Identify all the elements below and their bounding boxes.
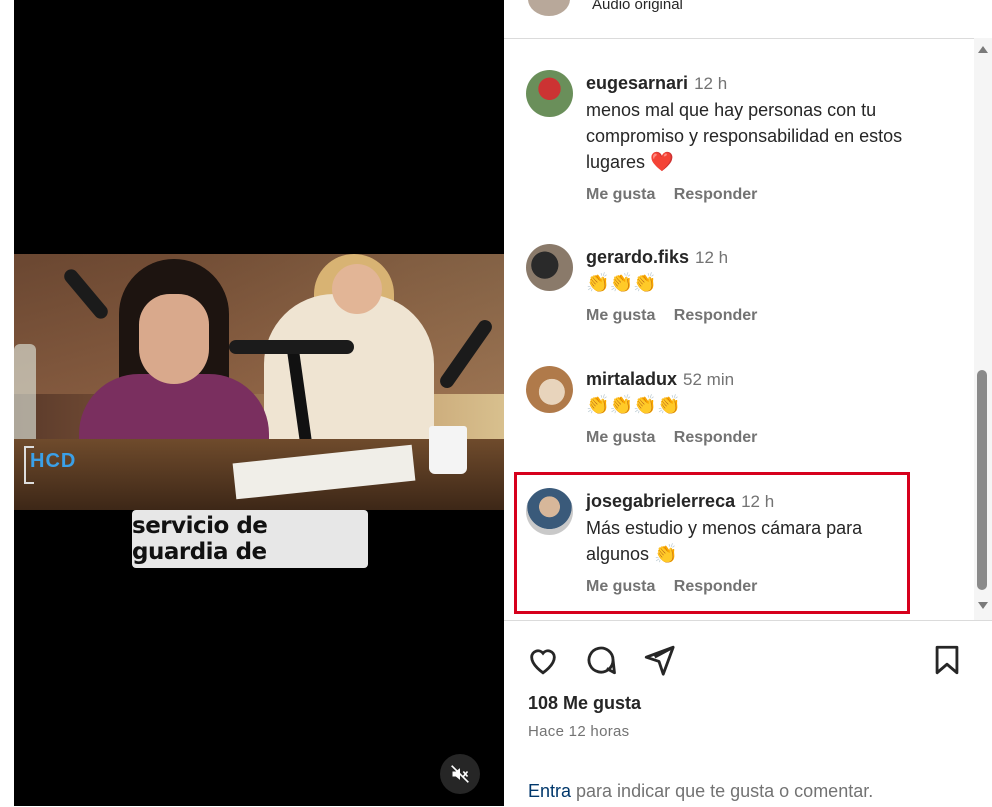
comment-username[interactable]: eugesarnari (586, 73, 688, 93)
login-prompt-text: para indicar que te gusta o comentar. (571, 781, 874, 801)
cup (429, 426, 467, 474)
page-left-margin (0, 0, 14, 806)
heart-icon[interactable] (526, 643, 560, 677)
speaker-muted-icon (451, 765, 469, 783)
post-timestamp[interactable]: Hace 12 horas (528, 723, 629, 740)
like-comment-button[interactable]: Me gusta (586, 307, 655, 324)
comment-text-line: algunos (586, 544, 650, 564)
microphone (229, 340, 354, 354)
post-actions (526, 643, 966, 679)
like-comment-button[interactable]: Me gusta (586, 186, 655, 203)
video-player[interactable]: HCD servicio de guardia de (14, 0, 504, 806)
comment-text-line: compromiso y responsabilidad en estos (586, 126, 903, 146)
scroll-up-arrow-icon[interactable] (978, 46, 988, 53)
bookmark-icon[interactable] (930, 643, 964, 677)
comment-text-line: menos mal que hay personas con tu (586, 100, 877, 120)
comment-time[interactable]: 12 h (741, 492, 774, 511)
reply-button[interactable]: Responder (674, 578, 758, 595)
clap-emoji: 👏👏👏 (586, 273, 657, 294)
avatar[interactable] (528, 0, 570, 16)
avatar[interactable] (526, 366, 573, 413)
scrollbar-thumb[interactable] (977, 370, 987, 590)
share-icon[interactable] (642, 643, 676, 677)
clap-emoji: 👏 (654, 544, 678, 565)
water-bottle (14, 344, 36, 454)
clap-emoji: 👏👏👏👏 (586, 395, 681, 416)
reply-button[interactable]: Responder (674, 307, 758, 324)
comments-list: eugesarnari 12 h menos mal que hay person… (504, 38, 974, 620)
reply-button[interactable]: Responder (674, 186, 758, 203)
login-link[interactable]: Entra (528, 781, 571, 801)
avatar[interactable] (526, 488, 573, 535)
comments-scrollbar[interactable] (974, 38, 992, 620)
avatar[interactable] (526, 70, 573, 117)
comment-icon[interactable] (584, 643, 618, 677)
channel-logo: HCD (30, 450, 77, 472)
audio-label[interactable]: Audio original (592, 0, 683, 13)
video-frame: HCD (14, 254, 504, 510)
comment-username[interactable]: josegabrielerreca (586, 491, 735, 511)
mute-button[interactable] (440, 754, 480, 794)
post-footer: 108 Me gusta Hace 12 horas Entra para in… (504, 620, 992, 807)
comment-time[interactable]: 12 h (694, 74, 727, 93)
likes-count[interactable]: 108 Me gusta (528, 693, 641, 714)
comment-text-line: lugares (586, 152, 646, 172)
like-comment-button[interactable]: Me gusta (586, 429, 655, 446)
comment-time[interactable]: 12 h (695, 248, 728, 267)
reply-button[interactable]: Responder (674, 429, 758, 446)
avatar[interactable] (526, 244, 573, 291)
like-comment-button[interactable]: Me gusta (586, 578, 655, 595)
comment-time[interactable]: 52 min (683, 370, 734, 389)
post-sidebar: Audio original eugesarnari 12 h menos mal… (504, 0, 992, 806)
login-prompt: Entra para indicar que te gusta o coment… (528, 781, 873, 802)
video-caption: servicio de guardia de (132, 510, 368, 568)
comment-username[interactable]: gerardo.fiks (586, 247, 689, 267)
scroll-down-arrow-icon[interactable] (978, 602, 988, 609)
heart-emoji: ❤️ (650, 152, 674, 173)
comment-username[interactable]: mirtaladux (586, 369, 677, 389)
comment-text-line: Más estudio y menos cámara para (586, 518, 863, 538)
post-header: Audio original (504, 0, 992, 39)
